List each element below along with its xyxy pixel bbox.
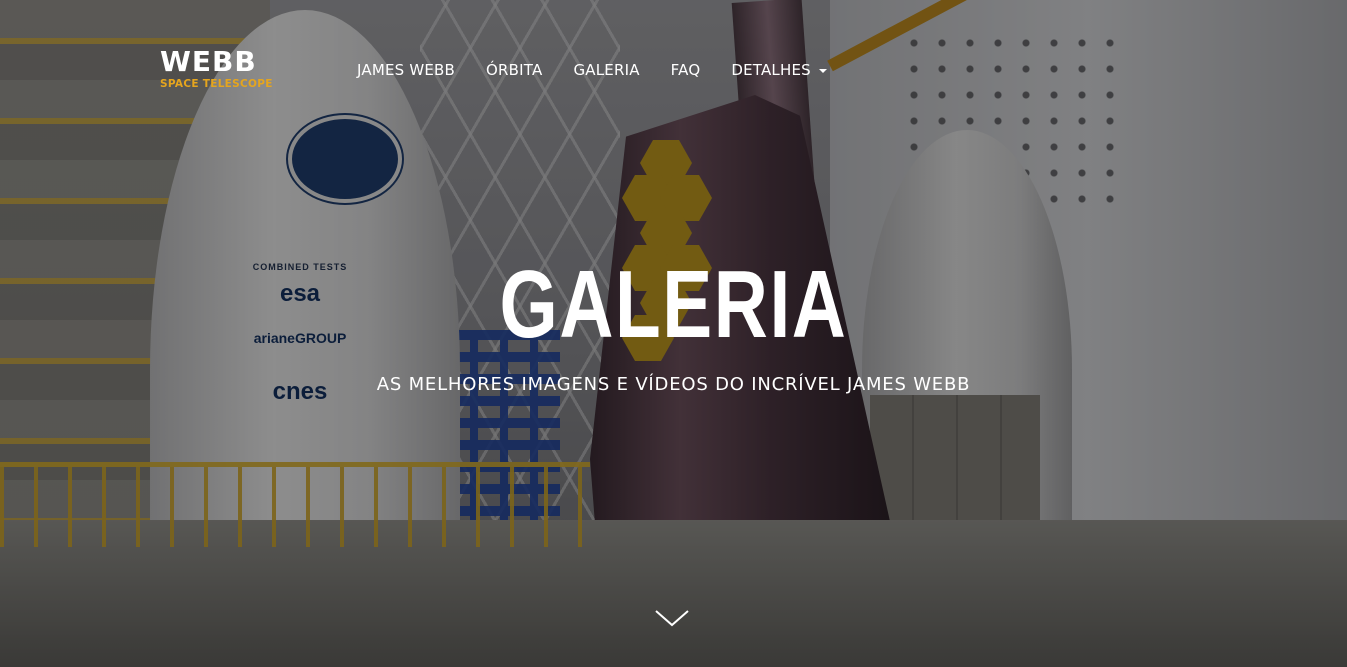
hero-section: COMBINED TESTS esa arianeGROUP cnes WEBB… <box>0 0 1347 667</box>
page-title: GALERIA <box>499 251 848 358</box>
nav-item: FAQ <box>671 61 701 80</box>
nav-item: GALERIA <box>573 61 639 80</box>
nav-item: ÓRBITA <box>486 61 542 80</box>
nav-link-orbita[interactable]: ÓRBITA <box>486 61 542 79</box>
brand-name: WEBB <box>160 45 257 78</box>
chevron-down-icon <box>655 610 689 627</box>
nav-dropdown-label: DETALHES <box>731 61 811 79</box>
nav-link-galeria[interactable]: GALERIA <box>573 61 639 79</box>
nav-dropdown-detalhes[interactable]: DETALHES <box>731 61 827 79</box>
nav-link-james-webb[interactable]: JAMES WEBB <box>357 61 455 79</box>
navbar: WEBB SPACE TELESCOPE JAMES WEBB ÓRBITA G… <box>0 0 1347 110</box>
nav-link-faq[interactable]: FAQ <box>671 61 701 79</box>
brand-tagline: SPACE TELESCOPE <box>160 78 273 90</box>
nav-item: DETALHES <box>731 61 827 80</box>
chevron-down-icon <box>818 68 827 73</box>
brand-logo[interactable]: WEBB SPACE TELESCOPE <box>160 45 273 91</box>
nav-item: JAMES WEBB <box>357 61 455 80</box>
page-subtitle: AS MELHORES IMAGENS E VÍDEOS DO INCRÍVEL… <box>376 374 971 395</box>
nav-menu: JAMES WEBB ÓRBITA GALERIA FAQ DETALHES <box>357 61 858 80</box>
scroll-down-button[interactable] <box>653 603 691 633</box>
